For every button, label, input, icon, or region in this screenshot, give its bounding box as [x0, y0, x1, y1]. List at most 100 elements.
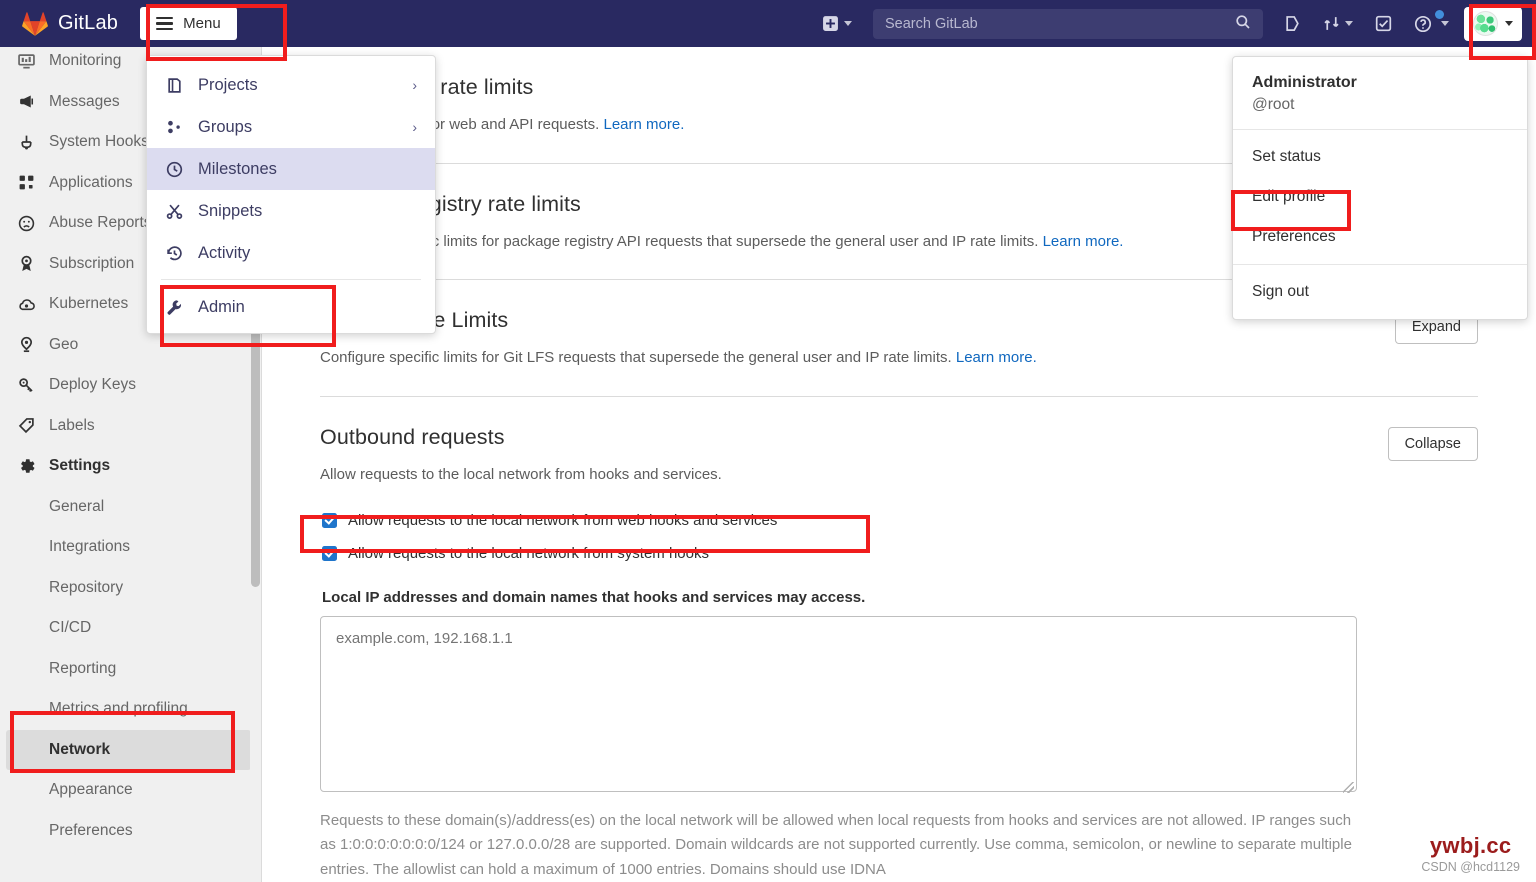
watermark: ywbj.cc CSDN @hcd1129	[1421, 833, 1520, 874]
sidebar-subitem-label: Preferences	[49, 821, 133, 839]
kubernetes-icon	[17, 295, 36, 314]
sidebar-subitem-reporting[interactable]: Reporting	[0, 649, 261, 690]
sidebar-item-label: Settings	[49, 457, 111, 475]
menu-item-label: Snippets	[198, 201, 263, 220]
section-description: Allow requests to the local network from…	[320, 465, 722, 483]
user-menu-button[interactable]	[1464, 6, 1522, 41]
user-menu-preferences[interactable]: Preferences	[1233, 217, 1527, 257]
menu-item-milestones[interactable]: Milestones	[147, 148, 435, 190]
geo-icon	[17, 335, 36, 354]
help-button[interactable]	[1403, 0, 1460, 47]
menu-item-label: Groups	[198, 117, 253, 136]
learn-more-link[interactable]: Learn more.	[603, 116, 684, 133]
menu-item-snippets[interactable]: Snippets	[147, 190, 435, 232]
sidebar-subitem-label: Appearance	[49, 781, 133, 799]
user-menu-edit-profile[interactable]: Edit profile	[1233, 177, 1527, 217]
section-outbound-requests: Outbound requests Allow requests to the …	[320, 397, 1478, 882]
labels-icon	[17, 416, 36, 435]
issues-icon	[1284, 15, 1301, 32]
help-icon	[1414, 15, 1432, 33]
chevron-down-icon	[1505, 21, 1513, 26]
sidebar-item-label: Monitoring	[49, 52, 122, 70]
milestones-icon	[165, 161, 184, 178]
user-display-name: Administrator	[1252, 74, 1357, 91]
user-dropdown-signout-group: Sign out	[1233, 265, 1527, 319]
search-input[interactable]: Search GitLab	[873, 8, 1263, 39]
allowlist-field-label: Local IP addresses and domain names that…	[322, 589, 866, 606]
learn-more-link[interactable]: Learn more.	[956, 349, 1037, 366]
allowlist-textarea[interactable]	[320, 616, 1357, 792]
menu-item-projects[interactable]: Projects ›	[147, 64, 435, 106]
abuse-reports-icon	[17, 214, 36, 233]
sidebar-item-label: Abuse Reports	[49, 214, 152, 232]
todos-checkbox-icon	[1375, 15, 1392, 32]
sidebar-item-label: Geo	[49, 335, 79, 353]
messages-icon	[17, 92, 36, 111]
user-menu-item-label: Set status	[1252, 148, 1321, 165]
sidebar-item-settings[interactable]: Settings	[0, 446, 261, 487]
sidebar-subitem-label: General	[49, 497, 105, 515]
sidebar-subitem-appearance[interactable]: Appearance	[0, 770, 261, 811]
new-dropdown-button[interactable]	[811, 0, 863, 47]
sidebar-item-label: Labels	[49, 416, 95, 434]
checkbox-web-hooks[interactable]	[322, 512, 337, 528]
menu-divider	[161, 279, 421, 280]
sidebar-subitem-integrations[interactable]: Integrations	[0, 527, 261, 568]
main-menu-dropdown[interactable]: Projects › Groups › Milestones Snippets …	[146, 55, 436, 334]
plus-square-icon	[822, 15, 839, 32]
user-dropdown[interactable]: Administrator @root Set status Edit prof…	[1232, 56, 1528, 320]
chevron-right-icon: ›	[412, 119, 417, 135]
gitlab-logo-icon	[22, 11, 48, 37]
section-title: Outbound requests	[320, 424, 505, 449]
menu-item-label: Projects	[198, 75, 258, 94]
system-hooks-icon	[17, 133, 36, 152]
sidebar-item-deploy-keys[interactable]: Deploy Keys	[0, 365, 261, 406]
checkbox-row-web-hooks[interactable]: Allow requests to the local network from…	[322, 508, 1478, 532]
menu-item-activity[interactable]: Activity	[147, 232, 435, 274]
issues-button[interactable]	[1273, 0, 1312, 47]
sidebar-subitem-label: CI/CD	[49, 619, 92, 637]
menu-item-admin[interactable]: Admin	[147, 285, 435, 329]
chevron-down-icon	[1345, 21, 1353, 26]
watermark-main-text: ywbj.cc	[1429, 833, 1512, 858]
gitlab-brand[interactable]: GitLab	[22, 11, 118, 37]
user-menu-item-label: Preferences	[1252, 228, 1336, 245]
sidebar-item-labels[interactable]: Labels	[0, 406, 261, 447]
textarea-resize-grip[interactable]	[1343, 782, 1354, 793]
user-menu-sign-out[interactable]: Sign out	[1233, 272, 1527, 312]
menu-item-label: Activity	[198, 243, 251, 262]
top-navbar: GitLab Menu Search GitLab	[0, 0, 1536, 47]
collapse-button[interactable]: Collapse	[1387, 426, 1478, 461]
merge-requests-button[interactable]	[1312, 0, 1364, 47]
sidebar-subitem-cicd[interactable]: CI/CD	[0, 608, 261, 649]
menu-item-groups[interactable]: Groups ›	[147, 106, 435, 148]
sidebar-subitem-metrics-and-profiling[interactable]: Metrics and profiling	[0, 689, 261, 730]
sidebar-item-label: Kubernetes	[49, 295, 129, 313]
menu-item-label: Admin	[198, 297, 245, 316]
sidebar-subitem-network[interactable]: Network	[6, 729, 251, 770]
sidebar-subitem-label: Reporting	[49, 659, 117, 677]
user-dropdown-actions: Set status Edit profile Preferences	[1233, 130, 1527, 264]
chevron-right-icon: ›	[412, 77, 417, 93]
chevron-down-icon	[1441, 21, 1449, 26]
checkbox-row-system-hooks[interactable]: Allow requests to the local network from…	[322, 541, 1478, 565]
learn-more-link[interactable]: Learn more.	[1043, 233, 1124, 250]
user-menu-set-status[interactable]: Set status	[1233, 137, 1527, 177]
sidebar-subitem-label: Metrics and profiling	[49, 700, 188, 718]
menu-button[interactable]: Menu	[140, 7, 237, 40]
hamburger-icon	[156, 16, 174, 31]
sidebar-item-label: Deploy Keys	[49, 376, 137, 394]
checkbox-label: Allow requests to the local network from…	[348, 544, 709, 562]
section-description: Configure specific limits for Git LFS re…	[320, 347, 1478, 370]
todos-button[interactable]	[1364, 0, 1403, 47]
sidebar-subitem-preferences[interactable]: Preferences	[0, 811, 261, 852]
monitoring-icon	[17, 52, 36, 71]
sidebar-subitem-repository[interactable]: Repository	[0, 568, 261, 609]
deploy-keys-icon	[17, 376, 36, 395]
checkbox-system-hooks[interactable]	[322, 545, 337, 561]
settings-gear-icon	[17, 457, 36, 476]
user-menu-item-label: Sign out	[1252, 283, 1309, 300]
help-notification-dot	[1435, 10, 1444, 19]
chevron-down-icon	[844, 21, 852, 26]
sidebar-subitem-general[interactable]: General	[0, 487, 261, 528]
